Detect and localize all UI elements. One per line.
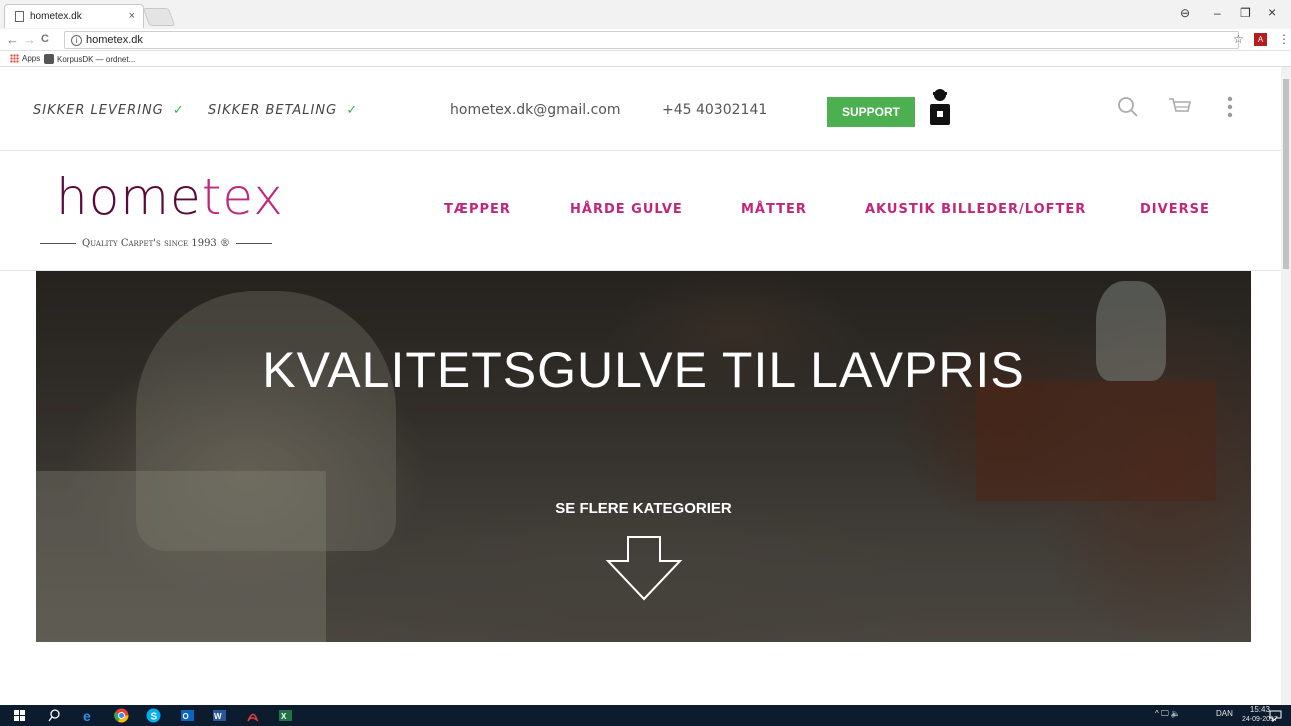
restore-button[interactable]: ❐ (1240, 6, 1251, 20)
apps-grid-icon (10, 54, 19, 63)
notification-icon[interactable] (1268, 708, 1283, 723)
acrobat-icon[interactable] (245, 708, 260, 723)
search-taskbar-icon[interactable] (47, 708, 62, 723)
top-info-bar: SIKKER LEVERING ✓ SIKKER BETALING ✓ home… (0, 67, 1281, 151)
bookmark-korpusdk[interactable]: KorpusDK — ordnet... (44, 54, 135, 64)
skype-icon[interactable]: S (146, 708, 161, 723)
pdf-extension-icon[interactable]: A (1254, 33, 1267, 46)
hero-title: KVALITETSGULVE TIL LAVPRIS (262, 342, 1025, 398)
bookmark-star-icon[interactable]: ☆ (1233, 32, 1244, 46)
minimize-button[interactable]: – (1214, 6, 1221, 20)
tray-icons[interactable]: ^ 🖵 🔈 (1155, 709, 1181, 719)
browser-tab[interactable]: hometex.dk × (4, 4, 144, 28)
account-icon[interactable]: ⊖ (1180, 6, 1190, 20)
site-logo[interactable]: hometex (56, 169, 284, 225)
browser-menu-icon[interactable]: ⋮ (1278, 32, 1290, 46)
tagline-divider (235, 243, 272, 244)
logo-text-home: home (56, 168, 202, 226)
svg-text:W: W (214, 712, 222, 721)
logo-tagline: Quality Carpet's since 1993 ® (34, 238, 278, 249)
url-text: hometex.dk (86, 34, 143, 46)
bookmark-label: Apps (22, 54, 41, 63)
address-bar[interactable]: i hometex.dk (64, 31, 1239, 49)
nav-item-diverse[interactable]: DIVERSE (1140, 202, 1210, 217)
nav-item-haarde-gulve[interactable]: HÅRDE GULVE (570, 202, 683, 217)
tagline-text: Quality Carpet's since 1993 ® (82, 238, 230, 249)
windows-start-icon[interactable] (12, 708, 27, 723)
hero-cta-link[interactable]: SE FLERE KATEGORIER (36, 500, 1251, 517)
back-icon[interactable]: ← (6, 32, 19, 47)
more-menu-icon[interactable] (1216, 93, 1244, 121)
new-tab-button[interactable] (142, 8, 176, 26)
browser-tabstrip: hometex.dk × ⊖ – ❐ × (0, 0, 1291, 29)
word-icon[interactable]: W (212, 708, 227, 723)
page-icon (15, 11, 24, 22)
check-icon: ✓ (172, 103, 185, 118)
tab-title: hometex.dk (30, 11, 82, 22)
contact-email[interactable]: hometex.dk@gmail.com (450, 102, 621, 118)
scrollbar-thumb[interactable] (1283, 79, 1289, 269)
nav-item-akustik[interactable]: AKUSTIK BILLEDER/LOFTER (865, 202, 1086, 217)
bookmark-apps[interactable]: Apps (10, 54, 40, 63)
edge-icon[interactable]: e (82, 708, 97, 723)
hero-banner: KVALITETSGULVE TIL LAVPRIS SE FLERE KATE… (36, 271, 1251, 642)
bookmarks-bar: Apps KorpusDK — ordnet... (0, 51, 1291, 67)
excel-icon[interactable]: X (278, 708, 293, 723)
os-taskbar: e S O W X ^ 🖵 🔈 DAN 15:43 24-09-2017 (0, 705, 1291, 726)
search-icon[interactable] (1114, 93, 1142, 121)
nav-item-taepper[interactable]: TÆPPER (444, 202, 511, 217)
bookmark-label: KorpusDK — ordnet... (57, 54, 136, 64)
korpus-icon (44, 54, 54, 64)
outlook-icon[interactable]: O (180, 708, 195, 723)
support-agent-icon[interactable] (927, 87, 953, 127)
trust-label: SIKKER BETALING (208, 103, 338, 118)
close-window-button[interactable]: × (1268, 4, 1276, 20)
site-header: hometex Quality Carpet's since 1993 ® TÆ… (0, 151, 1281, 271)
check-icon: ✓ (346, 103, 359, 118)
arrow-down-icon[interactable] (604, 533, 684, 603)
trust-label: SIKKER LEVERING (33, 103, 164, 118)
forward-icon[interactable]: → (23, 32, 36, 47)
trust-payment: SIKKER BETALING ✓ (208, 103, 358, 118)
nav-item-maatter[interactable]: MÅTTER (741, 202, 807, 217)
tagline-divider (40, 243, 76, 244)
trust-delivery: SIKKER LEVERING ✓ (33, 103, 185, 118)
page-viewport: SIKKER LEVERING ✓ SIKKER BETALING ✓ home… (0, 67, 1281, 705)
tray-language[interactable]: DAN (1216, 709, 1233, 718)
chrome-icon[interactable] (114, 708, 129, 723)
page-scrollbar[interactable] (1281, 67, 1291, 705)
svg-text:O: O (183, 712, 189, 721)
svg-text:e: e (83, 708, 91, 723)
reload-icon[interactable]: C (41, 33, 49, 45)
info-icon[interactable]: i (71, 34, 82, 46)
svg-text:X: X (281, 712, 287, 721)
svg-text:S: S (151, 712, 158, 723)
logo-text-tex: tex (201, 168, 284, 226)
browser-toolbar: ← → C i hometex.dk ☆ A ⋮ (0, 29, 1291, 51)
tab-close-icon[interactable]: × (129, 10, 135, 22)
cart-icon[interactable] (1166, 93, 1194, 121)
contact-phone[interactable]: +45 40302141 (662, 102, 767, 118)
support-button[interactable]: SUPPORT (827, 97, 915, 127)
